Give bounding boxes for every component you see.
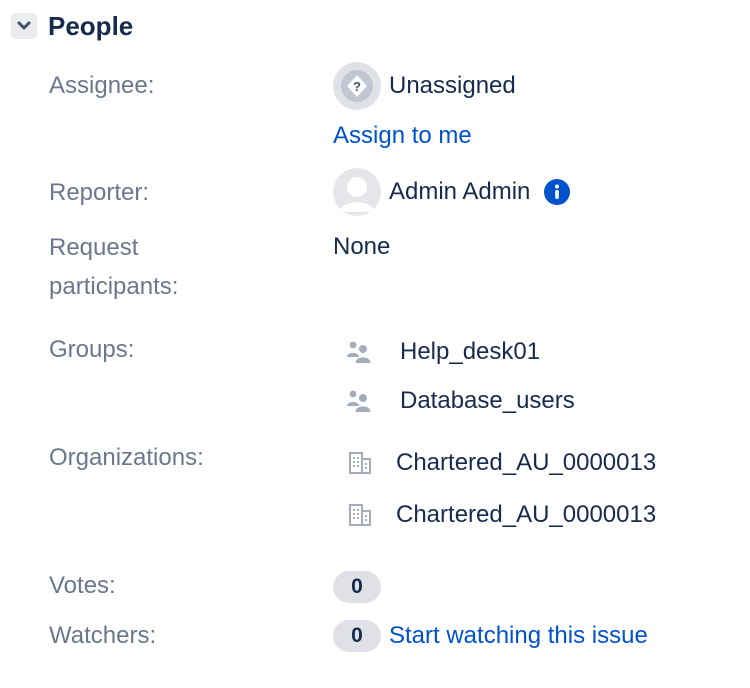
watchers-label: Watchers: (49, 622, 157, 649)
votes-value: 0 (333, 571, 381, 603)
organization-name: Chartered_AU_0000013 (396, 501, 657, 528)
watcher-count-badge[interactable]: 0 (333, 620, 381, 652)
people-module: People Assignee: ? Unassigned Assign to … (0, 0, 750, 688)
assignee-value: ? Unassigned (333, 62, 516, 110)
reporter-name[interactable]: Admin Admin (389, 176, 530, 208)
organization-item: Chartered_AU_0000013 (346, 499, 656, 531)
building-icon (346, 501, 374, 529)
votes-label: Votes: (49, 572, 116, 599)
vote-count-badge[interactable]: 0 (333, 571, 381, 603)
request-participants-label-line2: participants: (49, 273, 179, 300)
assignee-label: Assignee: (49, 72, 155, 99)
organizations-label: Organizations: (49, 444, 204, 471)
request-participants-label: Request participants: (49, 228, 178, 306)
info-icon[interactable] (544, 179, 571, 205)
people-section-header[interactable]: People (11, 10, 133, 42)
group-name: Help_desk01 (400, 338, 541, 365)
user-avatar-icon[interactable] (333, 168, 381, 216)
group-item: Database_users (345, 385, 575, 417)
svg-text:?: ? (353, 79, 361, 94)
building-icon (346, 449, 374, 477)
request-participants-value: None (333, 233, 391, 260)
assign-to-me-link[interactable]: Assign to me (333, 120, 472, 152)
group-item: Help_desk01 (345, 336, 540, 368)
organization-name: Chartered_AU_0000013 (396, 449, 657, 476)
unassigned-avatar-icon: ? (333, 62, 381, 110)
reporter-value: Admin Admin (333, 168, 571, 216)
group-icon (345, 387, 373, 415)
request-participants-label-line1: Request (49, 234, 139, 261)
section-title: People (48, 11, 134, 41)
groups-label: Groups: (49, 336, 135, 363)
start-watching-link[interactable]: Start watching this issue (389, 620, 648, 652)
group-name: Database_users (400, 387, 575, 414)
assignee-name: Unassigned (389, 72, 516, 99)
chevron-down-icon[interactable] (11, 13, 37, 39)
group-icon (345, 338, 373, 366)
organization-item: Chartered_AU_0000013 (346, 447, 656, 479)
reporter-label: Reporter: (49, 179, 150, 206)
watchers-value: 0 Start watching this issue (333, 620, 648, 652)
